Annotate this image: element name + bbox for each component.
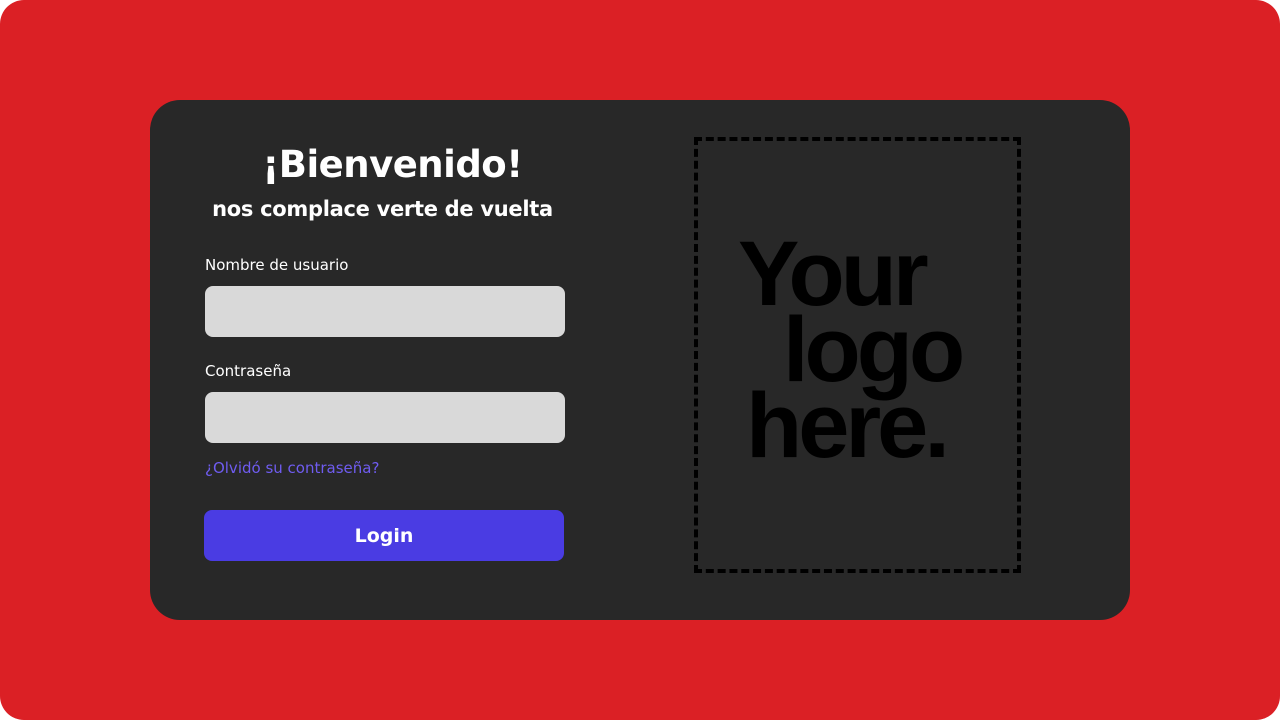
logo-placeholder: Your logo here.: [694, 137, 1021, 573]
login-card: ¡Bienvenido! nos complace verte de vuelt…: [150, 100, 1130, 620]
page-background: ¡Bienvenido! nos complace verte de vuelt…: [0, 0, 1280, 720]
password-input[interactable]: [205, 392, 565, 443]
welcome-title: ¡Bienvenido!: [262, 143, 523, 186]
password-label: Contraseña: [205, 362, 292, 380]
username-label: Nombre de usuario: [205, 256, 349, 274]
logo-placeholder-text: Your logo here.: [738, 228, 998, 472]
forgot-password-link[interactable]: ¿Olvidó su contraseña?: [205, 457, 379, 479]
username-input[interactable]: [205, 286, 565, 337]
welcome-subtitle: nos complace verte de vuelta: [212, 197, 553, 221]
login-button[interactable]: Login: [204, 510, 564, 561]
